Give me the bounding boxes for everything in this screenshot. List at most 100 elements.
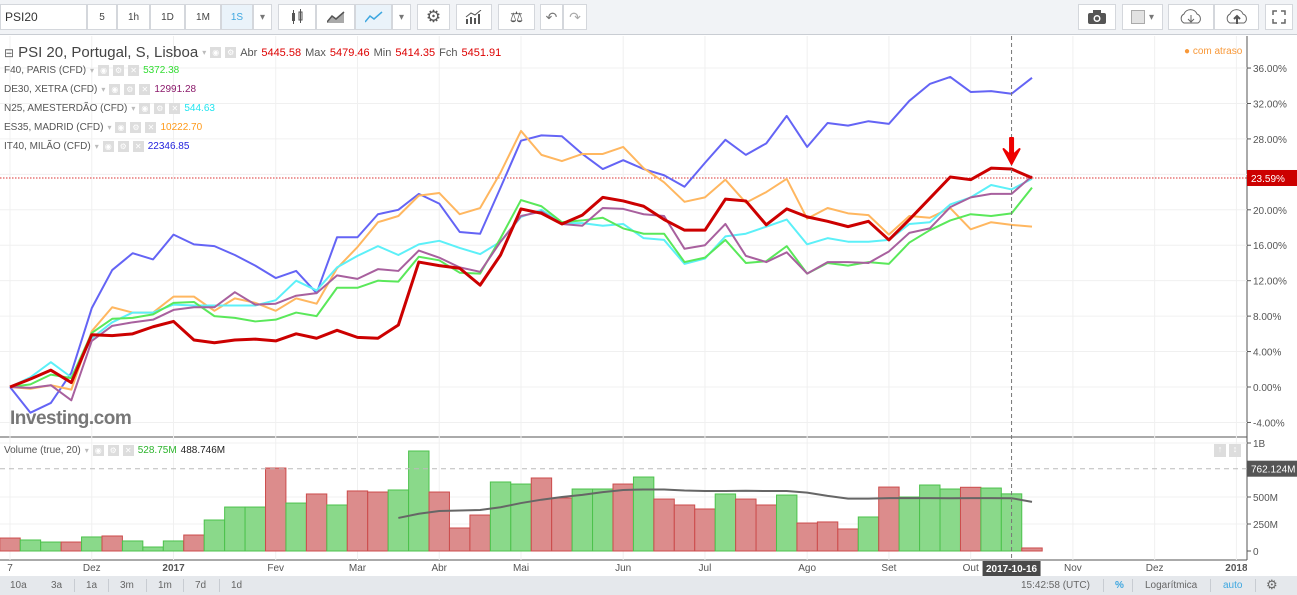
volume-bar — [0, 537, 21, 552]
volume-bar — [632, 476, 655, 552]
y-tick-label: 20.00% — [1253, 206, 1287, 217]
range-1a[interactable]: 1a — [86, 580, 97, 591]
investing-logo: Investing.com — [10, 408, 132, 430]
range-7d[interactable]: 7d — [195, 580, 206, 591]
visibility-icon[interactable]: ◉ — [210, 47, 222, 58]
y-tick-label: 4.00% — [1253, 348, 1281, 359]
gear-icon[interactable]: ⚙ — [225, 47, 237, 58]
volume-name[interactable]: Volume (true, 20) — [4, 445, 81, 456]
visibility-icon[interactable]: ◉ — [102, 141, 114, 152]
range-1d[interactable]: 1d — [231, 580, 242, 591]
chevron-down-icon[interactable]: ▾ — [107, 123, 111, 132]
y-tick-label: 0.00% — [1253, 383, 1281, 394]
compare-legend: IT40, MILÃO (CFD) ▾ ◉ ⚙ ✕ 22346.85 — [4, 141, 189, 152]
percent-toggle[interactable]: % — [1115, 580, 1124, 591]
arrow-down-icon — [1002, 137, 1021, 165]
x-tick-label: Dez — [83, 563, 101, 574]
close-icon[interactable]: ✕ — [169, 103, 181, 114]
auto-toggle[interactable]: auto — [1223, 580, 1242, 591]
compare-value: 10222.70 — [160, 122, 203, 133]
volume-bar — [1021, 547, 1043, 552]
chevron-down-icon[interactable]: ▾ — [90, 66, 94, 75]
volume-bar — [305, 493, 328, 552]
y-tick-label: -4.00% — [1253, 418, 1285, 429]
volume-bar — [510, 483, 532, 552]
compare-name[interactable]: IT40, MILÃO (CFD) — [4, 141, 91, 152]
main-series-legend: ⊟ PSI 20, Portugal, S, Lisboa ▾ ◉ ⚙ Abr 54… — [4, 44, 501, 61]
compare-value: 544.63 — [184, 103, 215, 114]
volume-bar — [346, 490, 369, 552]
x-tick-label: Out — [963, 563, 979, 574]
chevron-down-icon[interactable]: ▾ — [101, 85, 105, 94]
chevron-down-icon[interactable]: ▾ — [131, 104, 135, 113]
x-tick-label: Fev — [267, 563, 284, 574]
volume-bar — [326, 504, 348, 552]
volume-tick-label: 1B — [1253, 439, 1266, 450]
gear-icon[interactable]: ⚙ — [117, 141, 129, 152]
move-up-icon[interactable]: ↑ — [1214, 444, 1226, 457]
volume-bar — [448, 527, 471, 552]
gear-icon[interactable]: ⚙ — [1266, 577, 1278, 593]
chevron-down-icon[interactable]: ▾ — [85, 446, 89, 455]
volume-bar — [592, 488, 614, 552]
gear-icon[interactable]: ⚙ — [154, 103, 166, 114]
low-value: 5414.35 — [395, 46, 436, 59]
gear-icon[interactable]: ⚙ — [107, 445, 119, 456]
compare-name[interactable]: ES35, MADRID (CFD) — [4, 122, 103, 133]
volume-bar — [796, 522, 818, 552]
visibility-icon[interactable]: ◉ — [139, 103, 151, 114]
x-tick-label: 2018 — [1225, 563, 1248, 574]
volume-ma-value: 488.746M — [180, 445, 226, 456]
log-toggle[interactable]: Logarítmica — [1145, 580, 1197, 591]
close-icon[interactable]: ✕ — [122, 445, 134, 456]
volume-bar — [755, 504, 777, 552]
compare-name[interactable]: F40, PARIS (CFD) — [4, 65, 86, 76]
compare-legend: ES35, MADRID (CFD) ▾ ◉ ⚙ ✕ 10222.70 — [4, 122, 202, 133]
range-1m[interactable]: 1m — [158, 580, 172, 591]
high-label: Max — [305, 46, 326, 59]
gear-icon[interactable]: ⚙ — [113, 65, 125, 76]
visibility-icon[interactable]: ◉ — [98, 65, 110, 76]
gear-icon[interactable]: ⚙ — [130, 122, 142, 133]
chevron-down-icon[interactable]: ▾ — [202, 48, 206, 57]
volume-bar — [530, 477, 553, 552]
volume-bar — [571, 488, 594, 552]
volume-bar — [898, 496, 921, 552]
volume-bar — [387, 489, 410, 552]
close-icon[interactable]: ✕ — [145, 122, 157, 133]
range-3m[interactable]: 3m — [120, 580, 134, 591]
volume-bar — [816, 521, 839, 552]
gear-icon[interactable]: ⚙ — [124, 84, 136, 95]
volume-bar — [203, 519, 226, 552]
compare-name[interactable]: N25, AMESTERDÃO (CFD) — [4, 103, 127, 114]
visibility-icon[interactable]: ◉ — [92, 445, 104, 456]
y-tick-label: 32.00% — [1253, 99, 1287, 110]
chevron-down-icon[interactable]: ▾ — [95, 142, 99, 151]
volume-bar — [551, 497, 573, 552]
close-icon[interactable]: ✕ — [128, 65, 140, 76]
compare-name[interactable]: DE30, XETRA (CFD) — [4, 84, 97, 95]
logo-text: Investing.com — [10, 408, 132, 429]
volume-bar — [265, 467, 287, 552]
pane-controls: ↑ ↕ — [1214, 444, 1241, 457]
close-icon[interactable]: ✕ — [132, 141, 144, 152]
volume-bar — [162, 540, 185, 552]
x-tick-label: 7 — [7, 563, 13, 574]
delay-notice: ● com atraso — [1184, 46, 1242, 57]
x-tick-label: Mai — [513, 563, 529, 574]
volume-bar — [285, 502, 307, 552]
volume-bar — [776, 494, 798, 552]
close-icon[interactable]: ✕ — [139, 84, 151, 95]
volume-bar — [244, 506, 266, 552]
volume-bar — [919, 484, 941, 552]
volume-bar — [81, 536, 103, 552]
visibility-icon[interactable]: ◉ — [109, 84, 121, 95]
volume-bar — [878, 486, 900, 552]
collapse-icon[interactable]: ⊟ — [4, 46, 14, 60]
visibility-icon[interactable]: ◉ — [115, 122, 127, 133]
maximize-pane-icon[interactable]: ↕ — [1229, 444, 1241, 457]
range-3a[interactable]: 3a — [51, 580, 62, 591]
volume-bar — [367, 491, 389, 552]
range-10a[interactable]: 10a — [10, 580, 27, 591]
main-series-name[interactable]: PSI 20, Portugal, S, Lisboa — [18, 44, 198, 61]
